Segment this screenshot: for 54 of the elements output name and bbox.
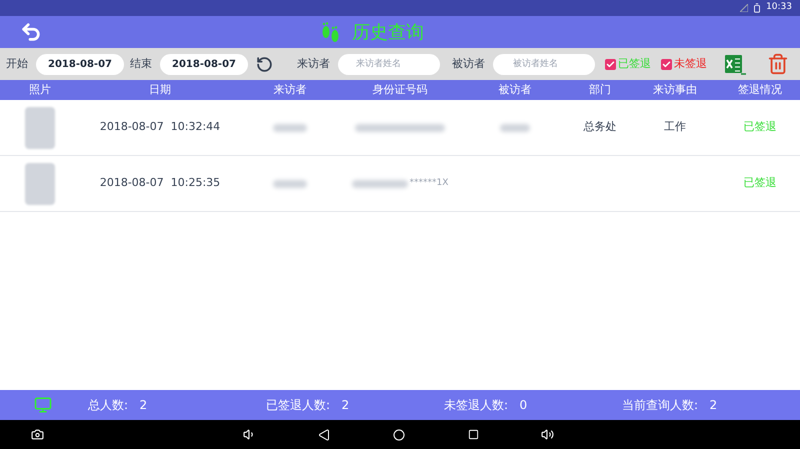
battery-icon [752,3,762,13]
checkbox-label: 未签退 [674,56,707,72]
start-date-field[interactable]: 2018-08-07 [36,54,124,74]
blurred-text [352,180,408,188]
filter-checkbox[interactable] [661,58,672,70]
host-label: 被访者 [452,56,485,72]
no-signal-icon [740,4,748,12]
visitor-name-field[interactable]: 来访者姓名 [338,54,440,74]
column-header: 照片 [28,82,52,98]
page-title: 历史查询 [352,21,424,45]
column-header: 来访事由 [652,82,698,98]
visitor-label: 来访者 [297,56,330,72]
spreadsheet-icon [723,52,747,76]
camera-icon[interactable] [31,428,44,441]
clock-time: 10:33 [766,1,792,14]
column-header: 部门 [588,82,612,98]
column-header: 来访者 [272,82,308,98]
table-row[interactable]: 2018-08-07 10:25:35 ******1X 已签退 [0,156,800,212]
column-header: 签退情况 [737,82,783,98]
date-cell-text: 2018-08-07 10:32:44 [100,119,220,136]
status-cell-text: 已签退 [744,119,776,136]
photo-placeholder [25,106,55,148]
back-nav-icon[interactable] [318,428,330,440]
photo-placeholder [25,162,55,204]
reset-button[interactable] [256,56,273,72]
volume-up-icon[interactable] [541,428,554,441]
trash-icon [767,53,789,75]
id-number-cell-text: ******1X [410,176,448,190]
column-header: 被访者 [498,82,532,98]
column-header: 日期 [148,82,172,98]
reset-icon [256,56,273,72]
start-label: 开始 [6,56,28,72]
end-date-field[interactable]: 2018-08-07 [160,54,248,74]
home-icon[interactable] [393,428,405,440]
stat-text: 总人数: 2 [88,397,148,414]
filter-checkbox[interactable] [605,58,616,70]
host-name-field[interactable]: 被访者姓名 [493,54,595,74]
date-cell-text: 2018-08-07 10:25:35 [100,175,220,192]
stat-text: 未签退人数: 0 [444,397,528,414]
stat-text: 已签退人数: 2 [266,397,350,414]
back-button[interactable] [20,21,42,43]
delete-button[interactable] [767,53,789,75]
back-icon [20,21,42,43]
status-cell-text: 已签退 [744,175,776,192]
excel-export-button[interactable] [723,52,747,76]
stat-text: 当前查询人数: 2 [622,397,718,414]
checkbox-label: 已签退 [618,56,651,72]
reason-cell-text: 工作 [664,119,686,136]
table-row[interactable]: 2018-08-07 10:32:44 总务处 工作 已签退 [0,100,800,156]
column-header: 身份证号码 [372,82,428,98]
volume-down-icon[interactable] [243,428,256,441]
end-label: 结束 [130,56,152,72]
recents-icon[interactable] [468,429,479,440]
department-cell-text: 总务处 [584,119,616,136]
